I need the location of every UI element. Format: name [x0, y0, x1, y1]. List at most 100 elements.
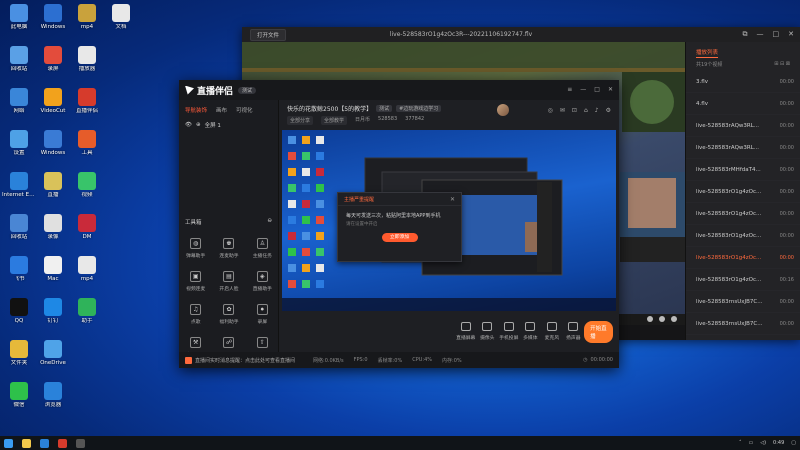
tab-visual[interactable]: 可视化	[236, 106, 253, 114]
menu-icon[interactable]: ≡	[567, 86, 572, 93]
desktop-icon[interactable]: 此电脑	[2, 4, 36, 44]
maximize-icon[interactable]: □	[773, 30, 780, 39]
tool-item[interactable]: ◍ 弹幕助手	[179, 238, 212, 259]
stream-topic-tag[interactable]: #边玩游戏边学习	[396, 105, 442, 112]
network-icon[interactable]: ▭	[749, 440, 754, 446]
desktop-icon[interactable]: 钉钉	[36, 298, 70, 338]
desktop-icon[interactable]: 回收站	[2, 214, 36, 254]
playlist-item[interactable]: live-528583rnsUxJB7C... 00:00	[686, 291, 800, 313]
desktop-icon[interactable]: 录屏	[36, 46, 70, 86]
desktop-icon[interactable]: 视频	[70, 172, 104, 212]
headset-icon[interactable]: ◎	[548, 107, 553, 114]
tool-item[interactable]: ♚ 连麦助手	[212, 238, 245, 259]
tool-item[interactable]: ▣ 视频连麦	[179, 271, 212, 292]
tool-item[interactable]: ♫ 点歌	[179, 304, 212, 325]
close-icon[interactable]: ✕	[788, 30, 794, 39]
source-action[interactable]: 手机投屏	[498, 322, 520, 341]
playlist-item[interactable]: live-528583rAQw3RL... 00:00	[686, 137, 800, 159]
bell-icon[interactable]: ♪	[595, 107, 599, 114]
live-notice[interactable]: 直播间实时消息提醒：点击此处可查看直播间	[185, 356, 295, 364]
desktop-icon-label: 工具	[81, 150, 93, 156]
avatar[interactable]	[497, 104, 509, 116]
message-icon[interactable]: ✉	[560, 107, 565, 114]
desktop-icon[interactable]: QQ	[2, 298, 36, 338]
desktop-icon[interactable]: 播放器	[70, 46, 104, 86]
start-live-button[interactable]: 开始直播	[584, 320, 614, 343]
maximize-icon[interactable]: □	[594, 86, 600, 93]
desktop-icon[interactable]: 回收站	[2, 46, 36, 86]
settings-icon[interactable]: ⚙	[606, 107, 611, 114]
minimize-icon[interactable]: —	[580, 86, 586, 93]
playlist-tools-icon[interactable]: ⊞ ⊟ ⊠	[774, 61, 790, 68]
preview-desktop-icon	[302, 232, 310, 240]
playlist-item[interactable]: live-528583rO1g4zOc... 00:00	[686, 247, 800, 269]
desktop-icon[interactable]: 工具	[70, 130, 104, 170]
volume-icon[interactable]: ◁)	[760, 440, 766, 446]
browser-icon[interactable]	[40, 438, 49, 448]
desktop-icon[interactable]: VideoCut	[36, 88, 70, 128]
tool-item[interactable]: ⏺ 录屏	[246, 304, 279, 325]
player-app-icon[interactable]	[76, 438, 85, 448]
gift-icon[interactable]: ⊡	[572, 107, 577, 114]
source-action[interactable]: 多媒体	[520, 322, 542, 341]
pin-icon[interactable]: ⧉	[743, 30, 748, 39]
playlist-item[interactable]: live-528583rO1g4zOc... 00:00	[686, 203, 800, 225]
start-icon[interactable]	[4, 438, 13, 448]
desktop-icon[interactable]: 飞书	[2, 256, 36, 296]
tool-item[interactable]: ✿ 福利助手	[212, 304, 245, 325]
tab-canvas[interactable]: 画布	[216, 106, 227, 114]
notification-icon[interactable]: ▢	[791, 440, 796, 446]
desktop-icon[interactable]: Internet Explorer	[2, 172, 36, 212]
tab-playlist[interactable]: 播放列表	[696, 48, 719, 58]
playlist-item[interactable]: live-528583rAQw3RL... 00:00	[686, 115, 800, 137]
desktop-icon[interactable]: 浏览器	[36, 382, 70, 422]
desktop-icon[interactable]: 直播伴侣	[70, 88, 104, 128]
desktop-icon[interactable]: 录像	[36, 214, 70, 254]
dialog-confirm-button[interactable]: 立即添加	[381, 233, 418, 242]
playlist-item[interactable]: live-528583rMHfdaT4... 00:00	[686, 159, 800, 181]
tool-item[interactable]: ♙ 主播任务	[246, 238, 279, 259]
source-action[interactable]: 摄像头	[477, 322, 499, 341]
playlist-item[interactable]: live-528583rnsUxJB7C... 00:00	[686, 313, 800, 335]
desktop-icon[interactable]: 文档	[104, 4, 138, 44]
scene-item[interactable]: 👁 ⊕ 全屏 1	[179, 118, 278, 132]
source-action[interactable]: 麦克风	[541, 322, 563, 341]
close-icon[interactable]: ✕	[608, 86, 613, 93]
clock[interactable]: 0:49	[773, 440, 784, 446]
desktop-icon[interactable]: Mac	[36, 256, 70, 296]
eye-icon[interactable]: 👁	[185, 122, 192, 128]
playlist-item[interactable]: 3.flv 00:00	[686, 71, 800, 93]
desktop-icon[interactable]: 直播	[36, 172, 70, 212]
desktop-icon[interactable]: OneDrive	[36, 340, 70, 380]
tool-item[interactable]: ◈ 直播助手	[246, 271, 279, 292]
desktop-icon[interactable]: 助手	[70, 298, 104, 338]
minimize-icon[interactable]: —	[757, 30, 764, 39]
playlist-item[interactable]: 4.flv 00:00	[686, 93, 800, 115]
playlist-item[interactable]: live-528583rO1g4zOc... 00:00	[686, 225, 800, 247]
source-action[interactable]: 直播屏幕	[455, 322, 477, 341]
stream-title[interactable]: 快乐的花散鲸2500【5的教学】	[287, 104, 372, 113]
source-action[interactable]: 扬声器	[563, 322, 585, 341]
playlist-item[interactable]: live-528583rO1g4zOc... 00:00	[686, 181, 800, 203]
desktop-icon[interactable]: Windows	[36, 130, 70, 170]
desktop-icon[interactable]: mp4	[70, 256, 104, 296]
taskbar: ˄ ▭ ◁) 0:49 ▢	[0, 436, 800, 450]
desktop-icon[interactable]: 文件夹	[2, 340, 36, 380]
desktop-icon[interactable]: 设置	[2, 130, 36, 170]
shirt-icon[interactable]: ⌂	[584, 107, 588, 114]
desktop-icon[interactable]: DM	[70, 214, 104, 254]
dialog-close-icon[interactable]: ✕	[450, 196, 455, 203]
desktop-icon[interactable]: Windows	[36, 4, 70, 44]
desktop-icon[interactable]: mp4	[70, 4, 104, 44]
file-explorer-icon[interactable]	[22, 438, 31, 448]
playlist-item[interactable]: live-528583rO1g4zOc... 00:16	[686, 269, 800, 291]
tab-scene[interactable]: 导航装饰	[185, 106, 207, 114]
lock-icon[interactable]: ⊕	[196, 122, 201, 128]
chevron-up-icon[interactable]: ˄	[739, 440, 742, 446]
tool-item[interactable]: ▤ 开启人脸	[212, 271, 245, 292]
live-app-icon[interactable]	[58, 438, 67, 448]
desktop-icon[interactable]: 微信	[2, 382, 36, 422]
stream-tag[interactable]: 测试	[376, 105, 393, 112]
toolbox-more-icon[interactable]: ⊖	[267, 218, 272, 226]
desktop-icon[interactable]: 网络	[2, 88, 36, 128]
